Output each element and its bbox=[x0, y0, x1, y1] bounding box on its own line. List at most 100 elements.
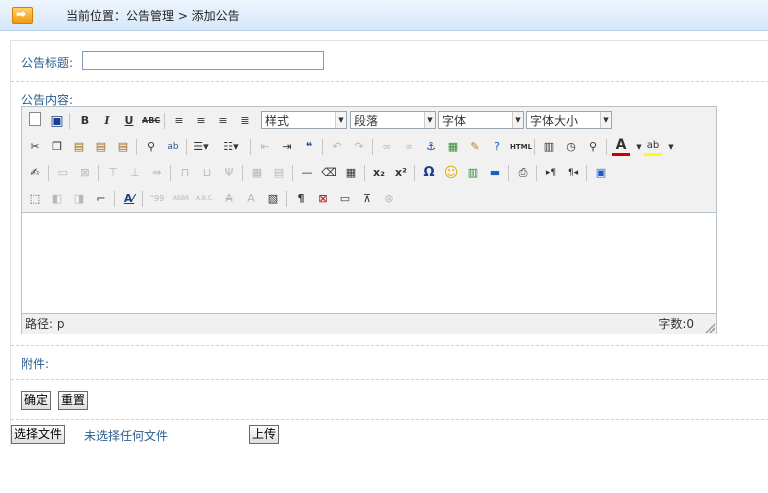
font-select[interactable]: 字体 ▼ bbox=[438, 111, 524, 129]
align-center-icon[interactable]: ≡ bbox=[192, 112, 210, 130]
ins-icon[interactable]: A bbox=[242, 190, 260, 208]
html-source-icon[interactable]: HTML bbox=[510, 138, 532, 156]
bullet-list-icon[interactable]: ☰▾ bbox=[192, 138, 210, 156]
paste-icon[interactable]: ▤ bbox=[70, 138, 88, 156]
breadcrumb: 当前位置：公告管理 > 添加公告 bbox=[66, 9, 240, 23]
select-all-icon[interactable]: ⬚ bbox=[26, 190, 44, 208]
copy-icon[interactable]: ❐ bbox=[48, 138, 66, 156]
chevron-down-icon[interactable]: ▼ bbox=[662, 138, 680, 156]
image-icon[interactable]: ▦ bbox=[444, 138, 462, 156]
new-document-icon[interactable] bbox=[26, 112, 44, 130]
link-icon[interactable]: ∞ bbox=[378, 138, 396, 156]
fullscreen-icon[interactable]: ▣ bbox=[592, 164, 610, 182]
font-size-select[interactable]: 字体大小 ▼ bbox=[526, 111, 612, 129]
advanced-hr-icon[interactable]: ▬ bbox=[486, 164, 504, 182]
cell-props-icon[interactable]: ▦ bbox=[248, 164, 266, 182]
bold-icon[interactable]: B bbox=[76, 112, 94, 130]
blockquote-icon[interactable]: ❝ bbox=[300, 138, 318, 156]
pagebreak-icon[interactable]: ▭ bbox=[336, 190, 354, 208]
separator bbox=[98, 165, 99, 181]
cut-icon[interactable]: ✂ bbox=[26, 138, 44, 156]
template-icon[interactable]: ⊼ bbox=[358, 190, 376, 208]
visual-aid-icon[interactable]: ▦ bbox=[342, 164, 360, 182]
align-left-icon[interactable]: ≡ bbox=[170, 112, 188, 130]
nonbreaking-icon[interactable]: ⊠ bbox=[314, 190, 332, 208]
acronym-icon[interactable]: A.B.C. bbox=[196, 190, 214, 208]
confirm-button[interactable]: 确定 bbox=[21, 391, 52, 410]
divider bbox=[11, 81, 768, 82]
merge-icon[interactable]: ⊓ bbox=[176, 164, 194, 182]
find-icon[interactable]: ⚲ bbox=[142, 138, 160, 156]
rtl-icon[interactable]: ¶◂ bbox=[564, 164, 582, 182]
style-select-label: 样式 bbox=[265, 114, 290, 128]
table-props-icon[interactable]: ▤ bbox=[270, 164, 288, 182]
strikethrough-icon[interactable]: ABC bbox=[142, 112, 160, 130]
delete-icon[interactable]: ⇛ bbox=[148, 164, 166, 182]
media-icon[interactable]: ▥ bbox=[464, 164, 482, 182]
ltr-icon[interactable]: ▸¶ bbox=[542, 164, 560, 182]
insert-time-icon[interactable]: ◷ bbox=[562, 138, 580, 156]
numbered-list-icon[interactable]: ☷▾ bbox=[222, 138, 240, 156]
cite-icon[interactable]: “99 bbox=[148, 190, 166, 208]
editor-content-area[interactable] bbox=[22, 213, 716, 313]
notice-form: 公告标题: 公告内容: ▣ B I U ABC ≡ ≡ ≡ ≣ 样式 ▼ 段落 ▼ … bbox=[10, 40, 768, 446]
print-icon[interactable]: ⎙ bbox=[514, 164, 532, 182]
resize-grip-icon[interactable] bbox=[705, 323, 715, 333]
horizontal-rule-icon[interactable]: — bbox=[298, 164, 316, 182]
underline-icon[interactable]: U bbox=[120, 112, 138, 130]
insert-col-icon[interactable]: ⊥ bbox=[126, 164, 144, 182]
indent-icon[interactable]: ⇥ bbox=[278, 138, 296, 156]
superscript-icon[interactable]: x² bbox=[392, 164, 410, 182]
reset-button[interactable]: 重置 bbox=[58, 391, 89, 410]
font-color-icon[interactable]: A bbox=[612, 138, 630, 156]
title-input[interactable] bbox=[82, 51, 324, 70]
row-props-icon[interactable]: Ψ bbox=[220, 164, 238, 182]
table-icon[interactable]: ✍ bbox=[26, 164, 44, 182]
emoticon-icon[interactable]: ☺ bbox=[442, 164, 460, 182]
outdent-icon[interactable]: ⇤ bbox=[256, 138, 274, 156]
rich-text-editor: ▣ B I U ABC ≡ ≡ ≡ ≣ 样式 ▼ 段落 ▼ 字体 ▼ 字体大小 ▼ ✂ … bbox=[21, 106, 717, 334]
insert-date-icon[interactable]: ▥ bbox=[540, 138, 558, 156]
insert-layer-icon[interactable]: ◧ bbox=[48, 190, 66, 208]
editor-statusbar: 路径: p 字数:0 bbox=[22, 313, 716, 334]
save-icon[interactable]: ▣ bbox=[48, 112, 66, 130]
separator bbox=[69, 113, 70, 129]
undo-icon[interactable]: ↶ bbox=[328, 138, 346, 156]
redo-icon[interactable]: ↷ bbox=[350, 138, 368, 156]
word-count: 字数:0 bbox=[658, 317, 694, 331]
subscript-icon[interactable]: x₂ bbox=[370, 164, 388, 182]
remove-format-icon[interactable]: ⌫ bbox=[320, 164, 338, 182]
paragraph-select[interactable]: 段落 ▼ bbox=[350, 111, 436, 129]
delete-col-icon[interactable]: ⊠ bbox=[76, 164, 94, 182]
choose-file-button[interactable]: 选择文件 bbox=[11, 425, 66, 444]
paste-word-icon[interactable]: ▤ bbox=[114, 138, 132, 156]
attribs-icon[interactable]: ▧ bbox=[264, 190, 282, 208]
cleanup-icon[interactable]: ✎ bbox=[466, 138, 484, 156]
insert-row-icon[interactable]: ⊤ bbox=[104, 164, 122, 182]
separator bbox=[164, 113, 165, 129]
move-forward-icon[interactable]: ◨ bbox=[70, 190, 88, 208]
italic-icon[interactable]: I bbox=[98, 112, 116, 130]
unlink-icon[interactable]: ∝ bbox=[400, 138, 418, 156]
paste-text-icon[interactable]: ▤ bbox=[92, 138, 110, 156]
split-icon[interactable]: ⊔ bbox=[198, 164, 216, 182]
upload-button[interactable]: 上传 bbox=[249, 425, 280, 444]
highlight-color-icon[interactable]: ab bbox=[644, 138, 662, 156]
special-char-icon[interactable]: Ω bbox=[420, 164, 438, 182]
spellcheck-icon[interactable]: ⊛ bbox=[380, 190, 398, 208]
separator bbox=[48, 165, 49, 181]
absolute-icon[interactable]: ⌐ bbox=[92, 190, 110, 208]
show-blocks-icon[interactable]: ¶ bbox=[292, 190, 310, 208]
style-select[interactable]: 样式 ▼ bbox=[261, 111, 347, 129]
del-icon[interactable]: A bbox=[220, 190, 238, 208]
preview-icon[interactable]: ⚲ bbox=[584, 138, 602, 156]
align-right-icon[interactable]: ≡ bbox=[214, 112, 232, 130]
delete-row-icon[interactable]: ▭ bbox=[54, 164, 72, 182]
abbr-icon[interactable]: ABBR bbox=[172, 190, 190, 208]
help-icon[interactable]: ? bbox=[488, 138, 506, 156]
anchor-icon[interactable]: ⚓ bbox=[422, 138, 440, 156]
separator bbox=[242, 165, 243, 181]
replace-icon[interactable]: ab bbox=[164, 138, 182, 156]
justify-icon[interactable]: ≣ bbox=[236, 112, 254, 130]
style-props-icon[interactable]: A⁄ bbox=[120, 190, 138, 208]
